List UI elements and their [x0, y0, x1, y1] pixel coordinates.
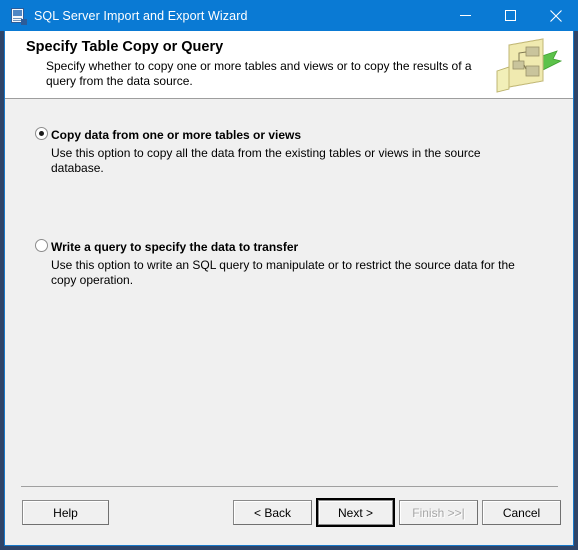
- close-button[interactable]: [533, 0, 578, 31]
- page-title: Specify Table Copy or Query: [26, 39, 224, 55]
- next-button[interactable]: Next >: [316, 498, 395, 527]
- wizard-window: SQL Server Import and Export Wizard Spec…: [0, 0, 578, 550]
- window-controls: [443, 0, 578, 31]
- minimize-button[interactable]: [443, 0, 488, 31]
- close-icon: [549, 9, 562, 22]
- radio-copy-tables[interactable]: [35, 127, 48, 140]
- help-button[interactable]: Help: [22, 500, 109, 525]
- option-description-write-query: Use this option to write an SQL query to…: [51, 258, 515, 287]
- option-write-query[interactable]: Write a query to specify the data to tra…: [5, 238, 573, 287]
- back-button[interactable]: < Back: [233, 500, 312, 525]
- next-button-label: Next >: [318, 500, 393, 525]
- window-title: SQL Server Import and Export Wizard: [34, 8, 248, 23]
- wizard-footer: Help < Back Next > Finish >>| Cancel: [5, 487, 573, 545]
- option-description-copy-tables: Use this option to copy all the data fro…: [51, 146, 481, 175]
- wizard-body: Copy data from one or more tables or vie…: [5, 100, 573, 485]
- radio-write-query[interactable]: [35, 239, 48, 252]
- finish-button: Finish >>|: [399, 500, 478, 525]
- page-description: Specify whether to copy one or more tabl…: [46, 59, 472, 88]
- option-copy-tables[interactable]: Copy data from one or more tables or vie…: [5, 126, 573, 175]
- wizard-document-icon: [10, 7, 27, 25]
- maximize-button[interactable]: [488, 0, 533, 31]
- title-bar[interactable]: SQL Server Import and Export Wizard: [0, 0, 578, 31]
- table-diagram-arrow-icon: [496, 38, 563, 93]
- wizard-header: Specify Table Copy or Query Specify whet…: [5, 31, 573, 99]
- cancel-button[interactable]: Cancel: [482, 500, 561, 525]
- radio-row-copy-tables[interactable]: Copy data from one or more tables or vie…: [5, 126, 573, 144]
- minimize-icon: [460, 15, 471, 16]
- finish-button-label: Finish >>|: [412, 505, 465, 520]
- maximize-icon: [505, 10, 516, 21]
- option-label-copy-tables: Copy data from one or more tables or vie…: [51, 128, 302, 142]
- radio-row-write-query[interactable]: Write a query to specify the data to tra…: [5, 238, 573, 256]
- option-label-write-query: Write a query to specify the data to tra…: [51, 240, 299, 254]
